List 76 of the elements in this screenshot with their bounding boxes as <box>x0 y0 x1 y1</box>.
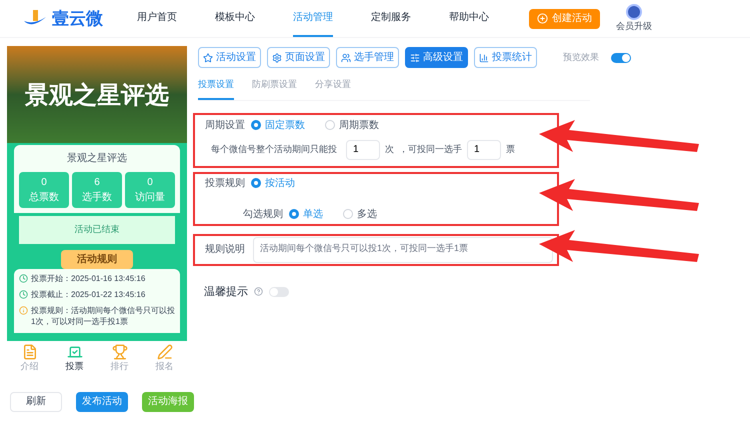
tip-label: 温馨提示 <box>204 284 248 300</box>
card-title: 景观之星评选 <box>66 152 128 166</box>
description-textarea[interactable]: 活动期间每个微信号只可以投1次，可投同一选手1票 <box>253 236 553 262</box>
unit-text: 票 <box>506 142 515 156</box>
settings-tab[interactable]: 分享设置 <box>315 78 351 100</box>
action-button[interactable]: 活动海报 <box>142 392 194 412</box>
star-icon <box>203 52 213 62</box>
gear-icon <box>272 52 282 62</box>
radio-label[interactable]: 单选 <box>303 206 323 222</box>
banner-title: 景观之星评选 <box>25 78 169 110</box>
bottom-nav-tab[interactable]: 投票 <box>66 344 84 374</box>
radio-button[interactable] <box>325 120 335 130</box>
radio-button[interactable] <box>251 120 261 130</box>
users-icon <box>341 52 351 62</box>
stat-label: 访问量 <box>134 190 166 205</box>
radio-label[interactable]: 固定票数 <box>265 118 305 132</box>
radio-button[interactable] <box>289 209 299 219</box>
vip-upgrade-link[interactable]: 会员升级 <box>616 20 652 34</box>
toolbar-tab[interactable]: 选手管理 <box>336 47 399 68</box>
bottom-nav-tab[interactable]: 报名 <box>156 344 174 374</box>
create-activity-button[interactable]: 创建活动 <box>529 8 600 28</box>
logo-text: 壹云微 <box>52 8 103 30</box>
votes-input[interactable]: 1 <box>467 140 501 160</box>
bottom-nav-tab[interactable]: 排行 <box>110 344 128 374</box>
rule-text: 投票开始：2025-01-16 13:45:16 <box>31 272 146 284</box>
bottom-nav-tab[interactable]: 介绍 <box>20 344 38 374</box>
sentence-text: 每个微信号整个活动期间只能投 <box>211 142 337 156</box>
trophy-icon <box>112 344 128 360</box>
stat-value: 0 <box>40 176 48 190</box>
unit-text: 次 <box>385 142 394 156</box>
stat-label: 总票数 <box>28 190 60 205</box>
clock-icon <box>19 290 28 298</box>
stat-value: 6 <box>93 176 101 190</box>
nav-link[interactable]: 模板中心 <box>215 0 255 37</box>
settings-tab[interactable]: 防刷票设置 <box>252 78 297 100</box>
radio-button[interactable] <box>343 209 353 219</box>
settings-tab[interactable]: 投票设置 <box>198 78 234 100</box>
stat-label: 选手数 <box>81 190 113 205</box>
sliders-icon <box>410 52 420 62</box>
nav-link[interactable]: 帮助中心 <box>449 0 489 37</box>
tip-switch[interactable] <box>269 286 289 297</box>
nav-link[interactable]: 定制服务 <box>371 0 411 37</box>
bar-chart-icon <box>479 52 489 62</box>
ballot-box-icon <box>66 344 82 360</box>
toolbar-tab[interactable]: 活动设置 <box>198 47 261 68</box>
rule-text: 投票规则：活动期间每个微信号只可以投1次，可以对同一选手投1票 <box>31 304 175 326</box>
toolbar-tab[interactable]: 投票统计 <box>474 47 537 68</box>
radio-label[interactable]: 周期票数 <box>339 118 379 132</box>
toolbar-tab[interactable]: 高级设置 <box>405 47 468 68</box>
nav-link[interactable]: 用户首页 <box>137 0 177 37</box>
plus-icon <box>537 13 548 24</box>
sentence-text: ，可投同一选手 <box>399 142 462 156</box>
stat-value: 0 <box>146 176 154 190</box>
pen-icon <box>156 344 172 360</box>
toolbar-tab[interactable]: 页面设置 <box>267 47 330 68</box>
rule-text: 投票截止：2025-01-22 13:45:16 <box>31 288 146 300</box>
times-input[interactable]: 1 <box>346 140 380 160</box>
preview-label: 预览效果 <box>563 50 599 64</box>
clock-icon <box>19 274 28 282</box>
action-button[interactable]: 发布活动 <box>76 392 128 412</box>
nav-link[interactable]: 活动管理 <box>293 0 333 37</box>
preview-switch[interactable] <box>611 52 631 62</box>
radio-label[interactable]: 按活动 <box>265 176 295 190</box>
info-icon <box>19 306 28 314</box>
field-label: 规则说明 <box>205 243 245 257</box>
radio-button[interactable] <box>251 178 261 188</box>
action-button[interactable]: 刷新 <box>10 392 62 412</box>
document-icon <box>22 344 38 360</box>
field-label: 勾选规则 <box>243 208 283 222</box>
vip-badge-icon[interactable] <box>626 4 642 20</box>
help-icon[interactable] <box>254 287 263 296</box>
field-label: 投票规则 <box>205 176 245 190</box>
rules-ribbon: 活动规则 <box>61 250 133 268</box>
radio-label[interactable]: 多选 <box>357 206 377 222</box>
field-label: 周期设置 <box>205 118 245 132</box>
status-banner: 活动已结束 <box>19 216 175 244</box>
